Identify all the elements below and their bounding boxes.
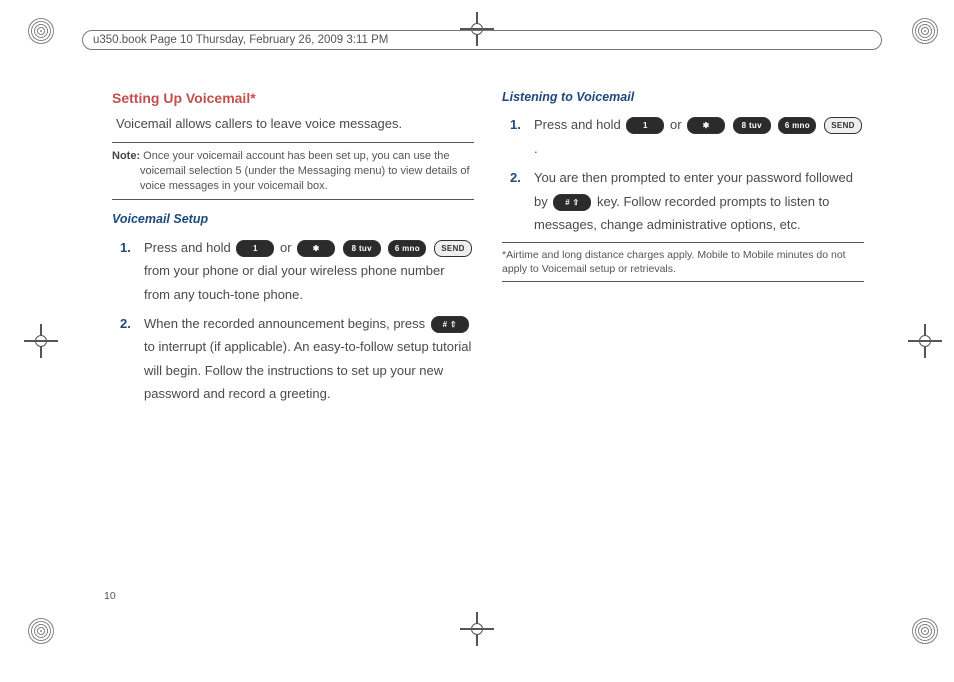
registration-mark-icon <box>914 330 936 352</box>
list-item: 2. When the recorded announcement begins… <box>144 312 474 406</box>
subsection-heading: Listening to Voicemail <box>502 88 864 107</box>
document-header-text: u350.book Page 10 Thursday, February 26,… <box>93 34 388 46</box>
key-one-icon: 1 <box>236 240 274 257</box>
note-text: Once your voicemail account has been set… <box>140 150 470 192</box>
note-block: Note: Once your voicemail account has be… <box>112 149 474 194</box>
key-six-icon: 6 mno <box>778 117 816 134</box>
divider <box>502 281 864 282</box>
list-item: 1. Press and hold 1 or ✱ 8 tuv 6 mno SEN… <box>144 236 474 306</box>
key-pound-icon: # ⇧ <box>553 194 591 211</box>
intro-text: Voicemail allows callers to leave voice … <box>116 114 474 134</box>
divider <box>112 142 474 143</box>
registration-mark-icon <box>30 330 52 352</box>
registration-mark-icon <box>466 618 488 640</box>
step-number: 1. <box>120 236 131 259</box>
crop-mark-icon <box>912 618 938 644</box>
left-column: Setting Up Voicemail* Voicemail allows c… <box>112 88 474 612</box>
footnote-text: *Airtime and long distance charges apply… <box>502 249 864 276</box>
crop-mark-icon <box>28 618 54 644</box>
crop-mark-icon <box>912 18 938 44</box>
section-heading: Setting Up Voicemail* <box>112 88 474 110</box>
step-number: 1. <box>510 113 521 136</box>
note-label: Note: <box>112 150 140 162</box>
divider <box>502 242 864 243</box>
page-number: 10 <box>104 590 116 602</box>
step-text: or <box>280 240 295 255</box>
key-star-icon: ✱ <box>687 117 725 134</box>
key-pound-icon: # ⇧ <box>431 316 469 333</box>
key-eight-icon: 8 tuv <box>733 117 771 134</box>
step-number: 2. <box>120 312 131 335</box>
key-eight-icon: 8 tuv <box>343 240 381 257</box>
key-six-icon: 6 mno <box>388 240 426 257</box>
step-number: 2. <box>510 166 521 189</box>
key-one-icon: 1 <box>626 117 664 134</box>
key-send-icon: SEND <box>824 117 862 134</box>
crop-mark-icon <box>28 18 54 44</box>
step-text: from your phone or dial your wireless ph… <box>144 263 445 301</box>
list-item: 2. You are then prompted to enter your p… <box>534 166 864 236</box>
divider <box>112 199 474 200</box>
step-text: to interrupt (if applicable). An easy-to… <box>144 339 471 401</box>
subsection-heading: Voicemail Setup <box>112 210 474 229</box>
step-text: or <box>670 117 685 132</box>
document-header-bar: u350.book Page 10 Thursday, February 26,… <box>82 30 882 50</box>
step-text: . <box>534 141 538 156</box>
list-item: 1. Press and hold 1 or ✱ 8 tuv 6 mno SEN… <box>534 113 864 160</box>
key-send-icon: SEND <box>434 240 472 257</box>
key-star-icon: ✱ <box>297 240 335 257</box>
right-column: Listening to Voicemail 1. Press and hold… <box>502 88 864 612</box>
step-text: Press and hold <box>534 117 624 132</box>
step-text: Press and hold <box>144 240 234 255</box>
step-text: When the recorded announcement begins, p… <box>144 316 429 331</box>
